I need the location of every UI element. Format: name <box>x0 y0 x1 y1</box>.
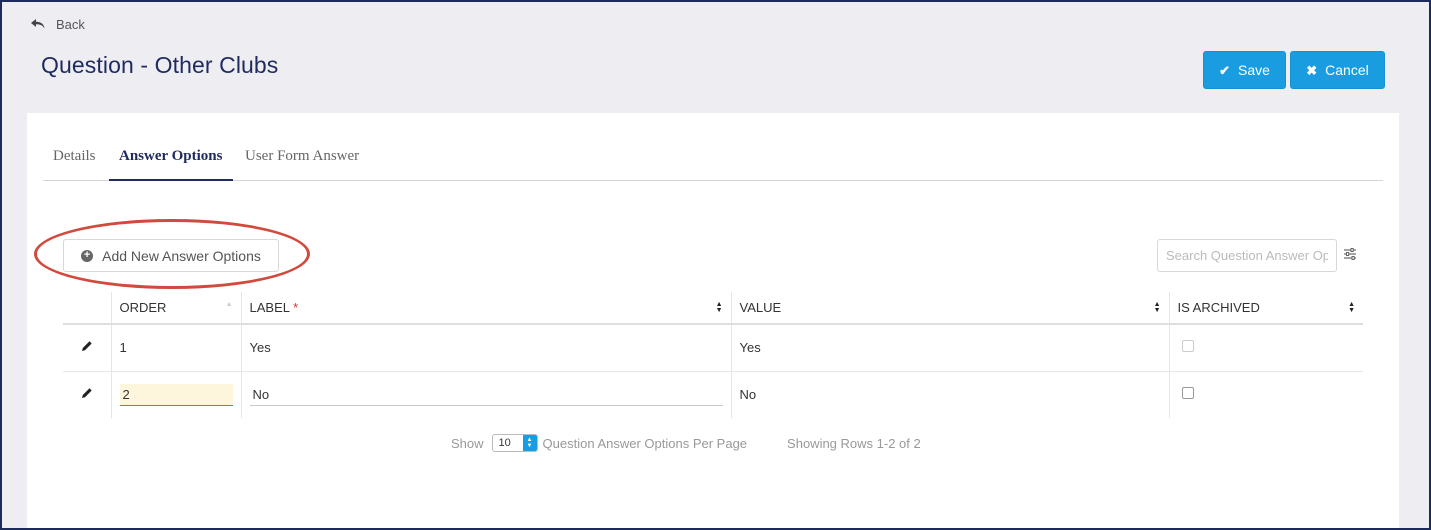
column-header-is-archived[interactable]: IS ARCHIVED ▲ ▼ <box>1168 292 1363 325</box>
sort-icon: ▲ ▼ <box>1348 301 1355 314</box>
column-header-order[interactable]: ORDER ▲ <box>110 292 241 325</box>
sort-icon: ▲ ▼ <box>1153 301 1161 314</box>
rows-count: Showing Rows 1-2 of 2 <box>787 435 921 451</box>
cancel-label: Cancel <box>1325 62 1369 78</box>
plus-circle-icon: + <box>81 249 94 262</box>
add-answer-options-label: Add New Answer Options <box>102 247 261 264</box>
save-button[interactable]: ✔ Save <box>1203 51 1286 89</box>
select-arrows-icon: ▲ ▼ <box>522 435 537 451</box>
order-input[interactable] <box>119 383 233 406</box>
label-input[interactable] <box>249 383 723 406</box>
value-cell: Yes <box>730 324 1169 372</box>
search-input[interactable] <box>1157 239 1337 272</box>
answer-options-table: ORDER ▲ LABEL * ▲ ▼ VALUE ▲ ▼ IS ARCHIVED <box>63 292 1363 418</box>
content-card: Details Answer Options User Form Answer … <box>27 113 1399 528</box>
edit-cell[interactable] <box>63 324 111 372</box>
per-page-label: Question Answer Options Per Page <box>542 435 748 451</box>
tab-details[interactable]: Details <box>43 148 106 181</box>
back-link[interactable]: Back <box>30 15 85 33</box>
table-header-row: ORDER ▲ LABEL * ▲ ▼ VALUE ▲ ▼ IS ARCHIVED <box>63 292 1363 325</box>
order-cell: 1 <box>110 324 241 372</box>
archived-checkbox[interactable] <box>1181 387 1194 400</box>
sort-icon: ▲ <box>225 301 233 308</box>
column-header-label[interactable]: LABEL * ▲ ▼ <box>240 292 731 325</box>
pencil-icon[interactable] <box>81 387 93 402</box>
per-page-select[interactable]: 10 ▲ ▼ <box>491 434 538 452</box>
tab-bar: Details Answer Options User Form Answer <box>43 113 1383 181</box>
archived-cell <box>1168 324 1363 372</box>
tab-user-form-answer[interactable]: User Form Answer <box>235 148 369 181</box>
cancel-button[interactable]: ✖ Cancel <box>1290 51 1385 89</box>
sort-icon: ▲ ▼ <box>715 301 723 314</box>
column-settings-icon[interactable] <box>1343 247 1357 265</box>
value-cell: No <box>730 371 1169 418</box>
table-row: 1 Yes Yes <box>63 324 1363 372</box>
app-frame: Back Question - Other Clubs ✔ Save ✖ Can… <box>2 2 1429 528</box>
add-answer-options-button[interactable]: + Add New Answer Options <box>63 239 279 272</box>
back-arrow-icon <box>30 18 46 30</box>
close-icon: ✖ <box>1306 62 1318 78</box>
edit-column-header <box>63 292 111 325</box>
save-label: Save <box>1237 62 1270 78</box>
per-page-value: 10 <box>498 437 511 449</box>
show-label: Show <box>451 435 484 451</box>
check-icon: ✔ <box>1219 62 1230 78</box>
label-cell <box>240 371 731 418</box>
page-title: Question - Other Clubs <box>41 52 279 78</box>
order-cell <box>110 371 241 418</box>
archived-cell <box>1168 371 1363 418</box>
required-marker: * <box>293 300 299 315</box>
label-cell: Yes <box>240 324 731 372</box>
edit-cell[interactable] <box>63 371 111 418</box>
column-header-value[interactable]: VALUE ▲ ▼ <box>730 292 1169 325</box>
tab-answer-options[interactable]: Answer Options <box>109 148 233 181</box>
archived-checkbox[interactable] <box>1181 340 1194 353</box>
pagination-bar: Show 10 ▲ ▼ Question Answer Options Per P… <box>451 433 921 453</box>
back-label: Back <box>56 16 85 32</box>
pencil-icon[interactable] <box>81 340 93 355</box>
table-row: No <box>63 371 1363 418</box>
